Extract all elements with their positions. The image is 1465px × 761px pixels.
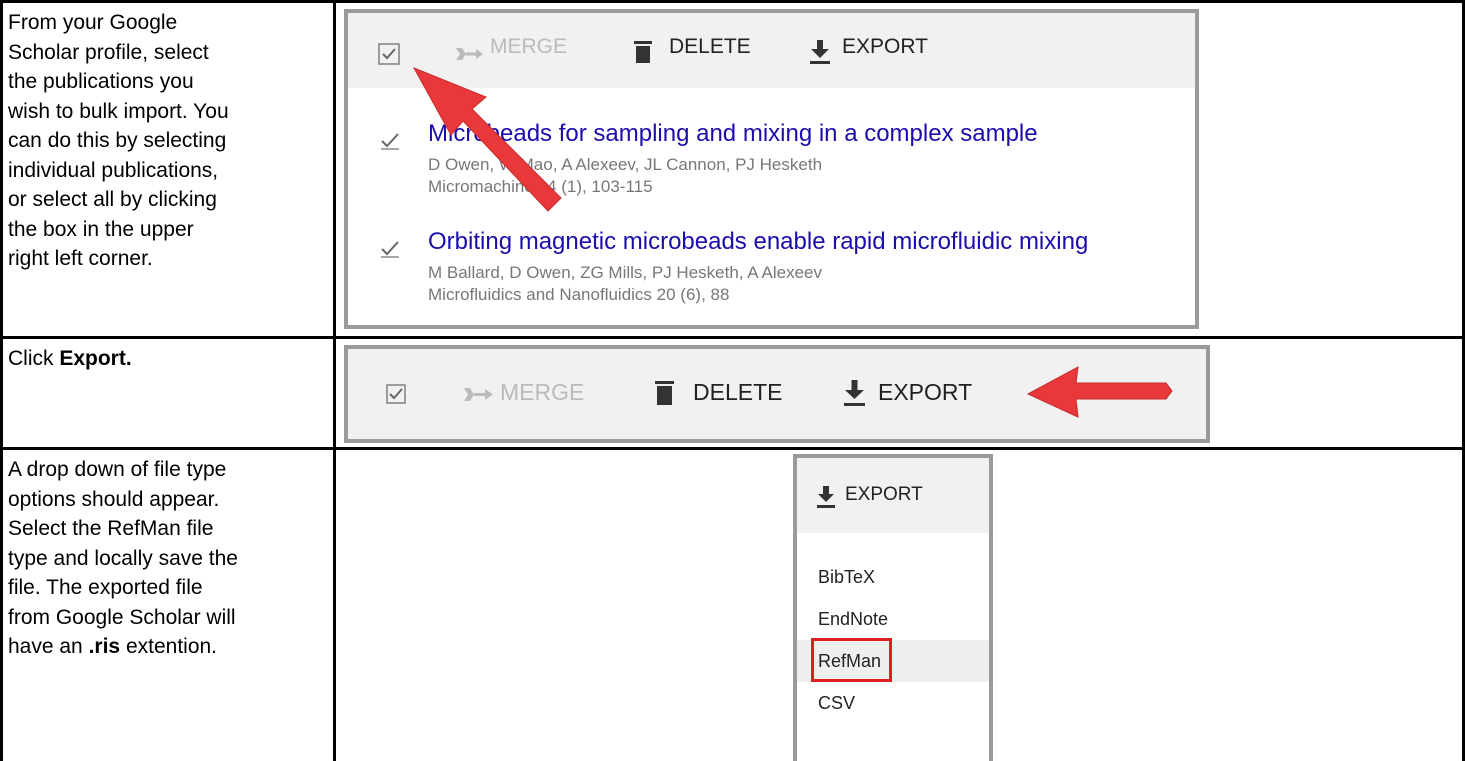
instruction-line: options should appear. (8, 487, 220, 511)
instruction-line: right left corner. (8, 247, 153, 270)
pointer-arrow-icon (1026, 366, 1173, 418)
dropdown-header: EXPORT (797, 458, 989, 533)
instruction-line: file. The exported file (8, 576, 203, 599)
table-row-divider-1 (0, 336, 1465, 339)
instruction-line: or select all by clicking (8, 188, 217, 211)
screenshot-publication-list: MERGE DELETE EXPORT Microbeads for sampl… (344, 9, 1199, 329)
instruction-line: Scholar profile, select (8, 40, 209, 64)
export-option-bibtex[interactable]: BibTeX (797, 556, 989, 598)
table-column-divider (333, 0, 336, 761)
instruction-line: individual publications, (8, 158, 219, 182)
instruction-line: From your Google (8, 11, 178, 34)
instruction-line: Select the RefMan file (8, 517, 214, 540)
instruction-line: A drop down of file type (8, 458, 227, 481)
highlight-box (811, 638, 892, 682)
instruction-table: From your Google Scholar profile, select… (0, 0, 1465, 761)
screenshot-export-dropdown: EXPORT BibTeX EndNote RefMan CSV (793, 454, 993, 761)
download-icon (817, 486, 835, 508)
export-option-endnote[interactable]: EndNote (797, 598, 989, 640)
instruction-step-3: A drop down of file type options should … (8, 455, 326, 662)
table-row-divider-2 (0, 447, 1465, 450)
instruction-line: wish to bulk import. You (8, 99, 229, 123)
export-option-csv[interactable]: CSV (797, 682, 989, 724)
table-border-top (0, 0, 1465, 3)
instruction-line: can do this by selecting (8, 129, 227, 152)
instruction-text: extention. (120, 635, 218, 658)
instruction-line: the publications you (8, 70, 194, 93)
instruction-bold-text: .ris (88, 635, 121, 658)
export-button[interactable]: EXPORT (845, 484, 923, 506)
instruction-text: have an (8, 635, 89, 658)
pointer-arrow-icon (412, 67, 562, 212)
instruction-bold-text: Export. (59, 347, 132, 370)
instruction-line: the box in the upper (8, 217, 194, 241)
export-option-refman[interactable]: RefMan (797, 638, 989, 682)
instruction-step-2: Click Export. (8, 344, 326, 374)
table-border-left (0, 0, 3, 761)
instruction-line: type and locally save the (8, 546, 238, 570)
instruction-text: Click (8, 347, 60, 370)
instruction-line: from Google Scholar will (8, 605, 236, 629)
instruction-line: have an .ris extention. (8, 632, 326, 662)
instruction-step-1: From your Google Scholar profile, select… (8, 8, 326, 274)
screenshot-export-toolbar: MERGE DELETE EXPORT (344, 345, 1210, 443)
